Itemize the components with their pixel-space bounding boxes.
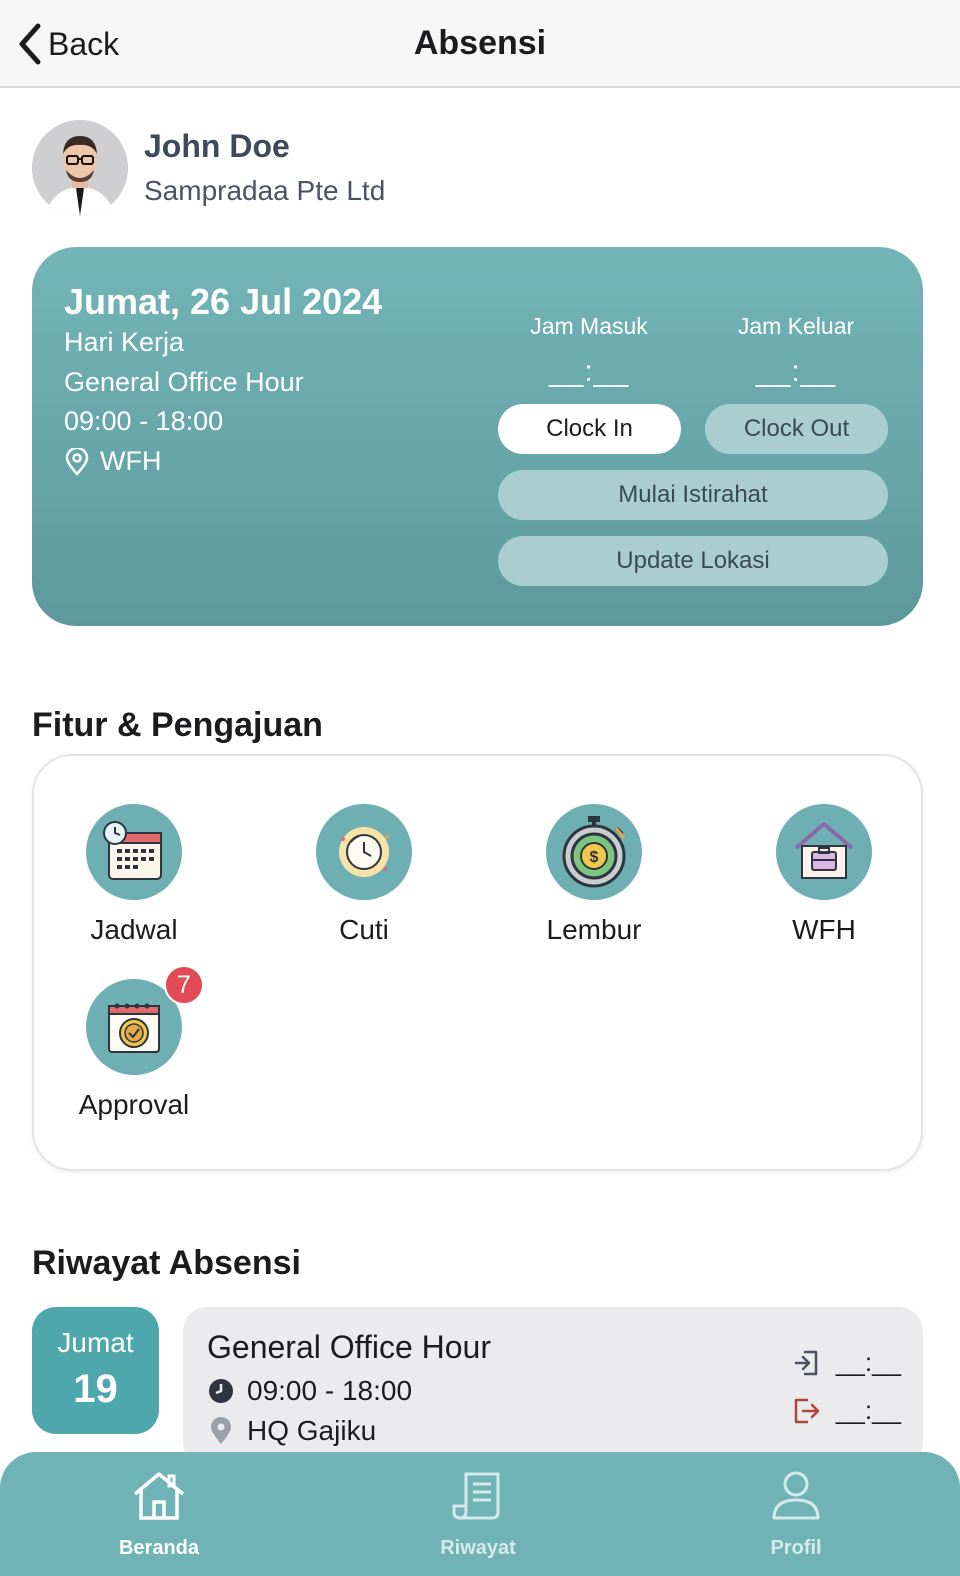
location-pin-icon <box>211 1417 231 1444</box>
feature-approval[interactable]: 7 Approval <box>34 965 234 1121</box>
feature-jadwal[interactable]: Jadwal <box>34 804 234 946</box>
bottom-navigation: Beranda Riwayat Profil <box>0 1452 960 1576</box>
history-shift: General Office Hour <box>207 1329 491 1365</box>
approval-calendar-icon: 7 <box>86 965 204 1075</box>
history-hours: 09:00 - 18:00 <box>247 1375 413 1406</box>
feature-label: Lembur <box>546 914 642 945</box>
overtime-stopwatch-icon: $ <box>546 804 642 900</box>
history-location: HQ Gajiku <box>247 1415 377 1446</box>
user-name: John Doe <box>144 128 290 164</box>
feature-label: WFH <box>792 914 856 945</box>
feature-wfh[interactable]: WFH <box>724 804 924 946</box>
history-hours-row: 09:00 - 18:00 <box>207 1375 412 1407</box>
page-title: Absensi <box>413 24 547 62</box>
document-icon <box>452 1472 500 1520</box>
clock-in-label: Jam Masuk <box>530 313 648 339</box>
nav-label: Beranda <box>118 1537 200 1559</box>
leave-clock-icon <box>316 804 412 900</box>
avatar <box>32 120 128 216</box>
history-day-box: Jumat 19 <box>32 1307 159 1434</box>
clock-icon <box>209 1379 233 1403</box>
work-location: WFH <box>64 446 161 477</box>
work-location-label: WFH <box>100 446 162 476</box>
nav-profil[interactable]: Profil <box>696 1466 896 1560</box>
history-entry-card[interactable]: General Office Hour 09:00 - 18:00 HQ Gaj… <box>183 1307 923 1467</box>
feature-label: Approval <box>78 1089 190 1120</box>
nav-label: Riwayat <box>440 1537 516 1559</box>
home-briefcase-icon <box>776 804 872 900</box>
feature-lembur[interactable]: $ Lembur <box>494 804 694 946</box>
svg-text:$: $ <box>590 849 599 866</box>
user-icon <box>772 1471 820 1520</box>
clock-in-button[interactable]: Clock In <box>498 404 681 454</box>
nav-riwayat[interactable]: Riwayat <box>378 1466 578 1560</box>
clock-in-icon <box>794 1350 818 1375</box>
clock-out-time: __:__ <box>755 355 837 388</box>
attendance-card: Jumat, 26 Jul 2024 Hari Kerja General Of… <box>32 247 923 626</box>
features-title: Fitur & Pengajuan <box>32 706 323 744</box>
update-location-button[interactable]: Update Lokasi <box>498 536 888 586</box>
feature-label: Jadwal <box>90 914 178 945</box>
attendance-date: Jumat, 26 Jul 2024 <box>64 281 383 322</box>
clock-out-button[interactable]: Clock Out <box>705 404 888 454</box>
nav-label: Profil <box>770 1537 822 1559</box>
feature-label: Cuti <box>339 914 389 945</box>
history-day-name: Jumat <box>57 1327 134 1358</box>
features-card: Jadwal Cuti $ Lembur WFH 7 Approval <box>32 754 923 1171</box>
nav-beranda[interactable]: Beranda <box>59 1466 259 1560</box>
approval-count-badge: 7 <box>164 965 204 1005</box>
history-in-row: __:__ <box>792 1347 901 1378</box>
start-break-button[interactable]: Mulai Istirahat <box>498 470 888 520</box>
shift-hours: 09:00 - 18:00 <box>64 406 224 436</box>
clock-out-icon <box>794 1398 820 1423</box>
top-bar: Back Absensi <box>0 0 960 88</box>
location-pin-icon <box>65 447 89 476</box>
home-icon <box>133 1472 185 1520</box>
history-out-row: __:__ <box>792 1395 901 1426</box>
clock-out-label: Jam Keluar <box>737 313 855 339</box>
history-location-row: HQ Gajiku <box>207 1415 376 1447</box>
user-company: Sampradaa Pte Ltd <box>144 175 386 206</box>
shift-name: General Office Hour <box>64 367 304 397</box>
clock-in-time: __:__ <box>548 355 630 388</box>
history-day-number: 19 <box>73 1367 118 1411</box>
day-type: Hari Kerja <box>64 327 185 357</box>
history-in-time: __:__ <box>835 1347 901 1377</box>
feature-cuti[interactable]: Cuti <box>264 804 464 946</box>
history-out-time: __:__ <box>835 1395 901 1425</box>
calendar-clock-icon <box>86 804 182 900</box>
history-title: Riwayat Absensi <box>32 1244 301 1282</box>
